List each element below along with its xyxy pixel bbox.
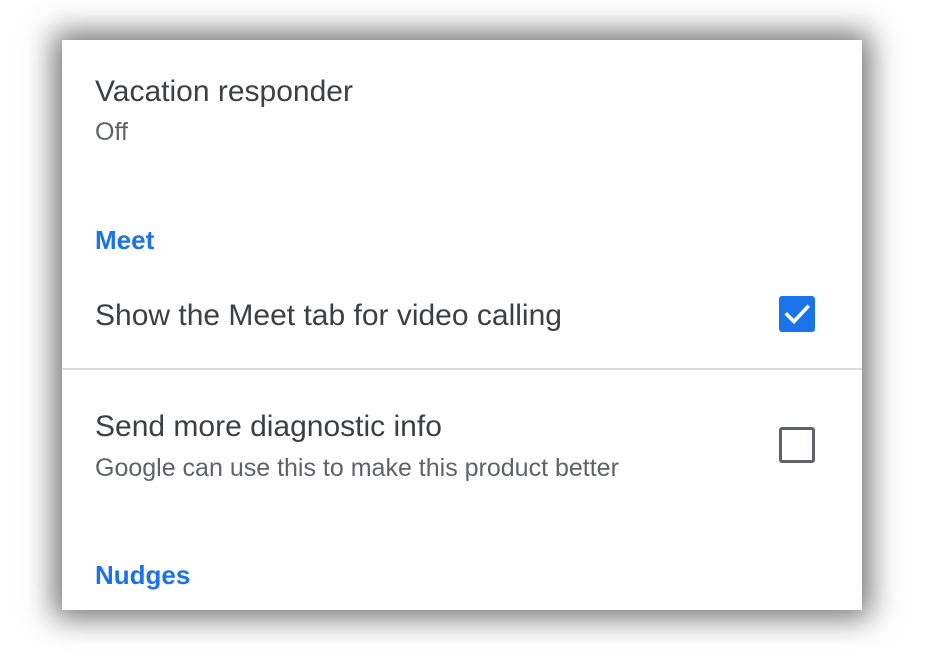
- diagnostic-info-subtitle: Google can use this to make this product…: [95, 454, 619, 482]
- diagnostic-info-title[interactable]: Send more diagnostic info: [95, 412, 442, 442]
- divider: [62, 368, 862, 370]
- show-meet-tab-label[interactable]: Show the Meet tab for video calling: [95, 301, 562, 331]
- settings-panel: Vacation responder Off Meet Show the Mee…: [62, 40, 862, 610]
- vacation-responder-title[interactable]: Vacation responder: [95, 77, 353, 107]
- diagnostic-info-checkbox[interactable]: [779, 427, 815, 463]
- show-meet-tab-checkbox[interactable]: [779, 296, 815, 332]
- section-heading-nudges: Nudges: [95, 560, 191, 590]
- check-icon: [784, 304, 811, 325]
- section-heading-meet: Meet: [95, 225, 155, 255]
- vacation-responder-status: Off: [95, 118, 128, 146]
